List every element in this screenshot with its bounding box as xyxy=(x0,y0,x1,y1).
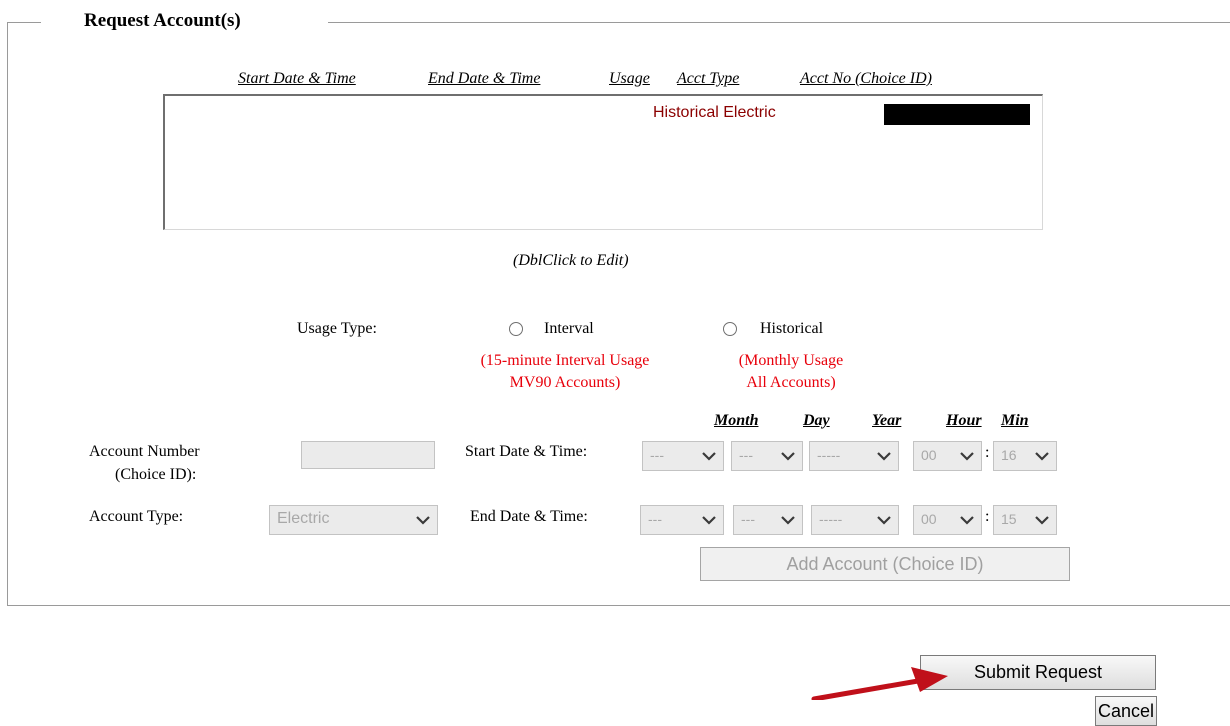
end-year-value: ----- xyxy=(819,511,843,527)
chevron-down-icon xyxy=(877,516,891,525)
column-header-acct-no: Acct No (Choice ID) xyxy=(800,70,932,87)
radio-interval[interactable] xyxy=(509,322,523,336)
radio-historical-label[interactable]: Historical xyxy=(760,320,823,338)
historical-description-line2: All Accounts) xyxy=(746,374,836,391)
start-year-select[interactable]: ----- xyxy=(809,441,899,471)
end-month-value: --- xyxy=(648,511,662,527)
listbox-hint: (DblClick to Edit) xyxy=(513,252,629,269)
column-header-acct-type: Acct Type xyxy=(677,70,740,87)
start-date-label: Start Date & Time: xyxy=(465,443,588,460)
chevron-down-icon xyxy=(416,516,430,525)
end-date-label: End Date & Time: xyxy=(470,508,588,525)
annotation-arrow-icon xyxy=(811,667,948,700)
start-year-value: ----- xyxy=(817,447,841,463)
start-hour-value: 00 xyxy=(921,447,937,463)
start-time-colon: : xyxy=(985,444,990,461)
redacted-account-number xyxy=(884,104,1030,125)
fieldset-border-top-left xyxy=(7,22,41,23)
fieldset-border-top-right xyxy=(328,22,1230,23)
end-hour-value: 00 xyxy=(921,511,937,527)
account-number-input[interactable] xyxy=(301,441,435,469)
column-header-start: Start Date & Time xyxy=(238,70,356,87)
end-year-select[interactable]: ----- xyxy=(811,505,899,535)
header-year: Year xyxy=(872,412,902,429)
start-month-select[interactable]: --- xyxy=(642,441,724,471)
chevron-down-icon xyxy=(1035,516,1049,525)
end-day-select[interactable]: --- xyxy=(733,505,803,535)
header-min: Min xyxy=(1001,412,1029,429)
chevron-down-icon xyxy=(781,452,795,461)
start-day-select[interactable]: --- xyxy=(731,441,803,471)
end-min-select[interactable]: 15 xyxy=(993,505,1057,535)
chevron-down-icon xyxy=(1035,452,1049,461)
chevron-down-icon xyxy=(781,516,795,525)
account-type-value: Electric xyxy=(277,510,330,527)
chevron-down-icon xyxy=(960,452,974,461)
chevron-down-icon xyxy=(702,452,716,461)
add-account-button[interactable]: Add Account (Choice ID) xyxy=(700,547,1070,581)
header-hour: Hour xyxy=(946,412,982,429)
start-min-value: 16 xyxy=(1001,447,1017,463)
column-header-usage: Usage xyxy=(609,70,650,87)
end-time-colon: : xyxy=(985,508,990,525)
column-header-end: End Date & Time xyxy=(428,70,541,87)
historical-description-line1: (Monthly Usage xyxy=(738,352,844,369)
interval-description-line2: MV90 Accounts) xyxy=(509,374,621,391)
fieldset-border-left xyxy=(7,22,8,605)
start-min-select[interactable]: 16 xyxy=(993,441,1057,471)
cancel-button[interactable]: Cancel xyxy=(1095,696,1157,726)
end-hour-select[interactable]: 00 xyxy=(913,505,982,535)
account-number-label-choice: (Choice ID): xyxy=(115,466,197,483)
start-day-value: --- xyxy=(739,447,753,463)
end-month-select[interactable]: --- xyxy=(640,505,724,535)
interval-description-line1: (15-minute Interval Usage xyxy=(480,352,650,369)
usage-type-label: Usage Type: xyxy=(297,320,377,337)
chevron-down-icon xyxy=(702,516,716,525)
end-day-value: --- xyxy=(741,511,755,527)
account-type-label: Account Type: xyxy=(89,508,184,525)
end-min-value: 15 xyxy=(1001,511,1017,527)
header-month: Month xyxy=(714,412,759,429)
radio-historical[interactable] xyxy=(723,322,737,336)
list-item[interactable]: Historical Electric xyxy=(653,104,776,122)
fieldset-legend: Request Account(s) xyxy=(84,10,241,31)
account-type-select[interactable]: Electric xyxy=(269,505,438,535)
header-day: Day xyxy=(803,412,830,429)
start-hour-select[interactable]: 00 xyxy=(913,441,982,471)
chevron-down-icon xyxy=(960,516,974,525)
chevron-down-icon xyxy=(877,452,891,461)
radio-interval-label[interactable]: Interval xyxy=(544,320,594,338)
fieldset-border-bottom xyxy=(7,605,1230,606)
start-month-value: --- xyxy=(650,447,664,463)
account-number-label: Account Number xyxy=(89,443,200,460)
